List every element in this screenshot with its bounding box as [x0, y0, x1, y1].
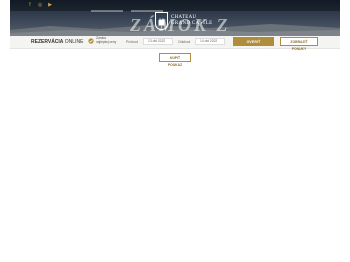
departure-date-input[interactable]: 14 okt 2022 — [195, 38, 225, 45]
facebook-icon[interactable]: f — [27, 2, 33, 8]
booking-title-rest: ONLINE — [63, 39, 84, 45]
crest-icon — [155, 12, 168, 30]
top-nav-item[interactable] — [91, 10, 123, 12]
top-bar: f ◎ ▶ — [10, 0, 340, 12]
social-links: f ◎ ▶ — [27, 2, 53, 8]
arrival-date-input[interactable]: 13 okt 2022 — [143, 38, 173, 45]
logo-text: CHATEAU GRAND CASTLE — [171, 15, 213, 27]
badge-check-icon — [88, 38, 94, 44]
best-price-line-2: najlepšej ceny — [96, 39, 117, 44]
booking-title-bold: REZERVÁCIA — [31, 39, 64, 45]
booking-title: REZERVÁCIA ONLINE — [31, 39, 83, 45]
show-offers-button[interactable]: ZOBRAZIŤ PONUKY — [280, 37, 318, 51]
site-logo[interactable]: CHATEAU GRAND CASTLE — [155, 12, 213, 30]
youtube-icon[interactable]: ▶ — [47, 2, 53, 8]
logo-line-2: GRAND CASTLE — [171, 21, 213, 26]
best-price-guarantee: Záruka najlepšej ceny — [88, 36, 117, 45]
departure-label: Odchod — [178, 40, 191, 44]
check-availability-button[interactable]: OVERIŤ DOSTUPNOSŤ — [233, 37, 274, 53]
hero-banner: f ◎ ▶ ZÁMOK Z CHATEAU GRAND CASTLE — [10, 0, 340, 36]
arrival-label: Príchod — [126, 40, 139, 44]
top-nav — [91, 10, 163, 12]
instagram-icon[interactable]: ◎ — [37, 2, 43, 8]
buy-voucher-button[interactable]: KÚPIŤ POUKAZ — [159, 53, 191, 67]
booking-bar: REZERVÁCIA ONLINE Záruka najlepšej ceny … — [10, 36, 340, 53]
